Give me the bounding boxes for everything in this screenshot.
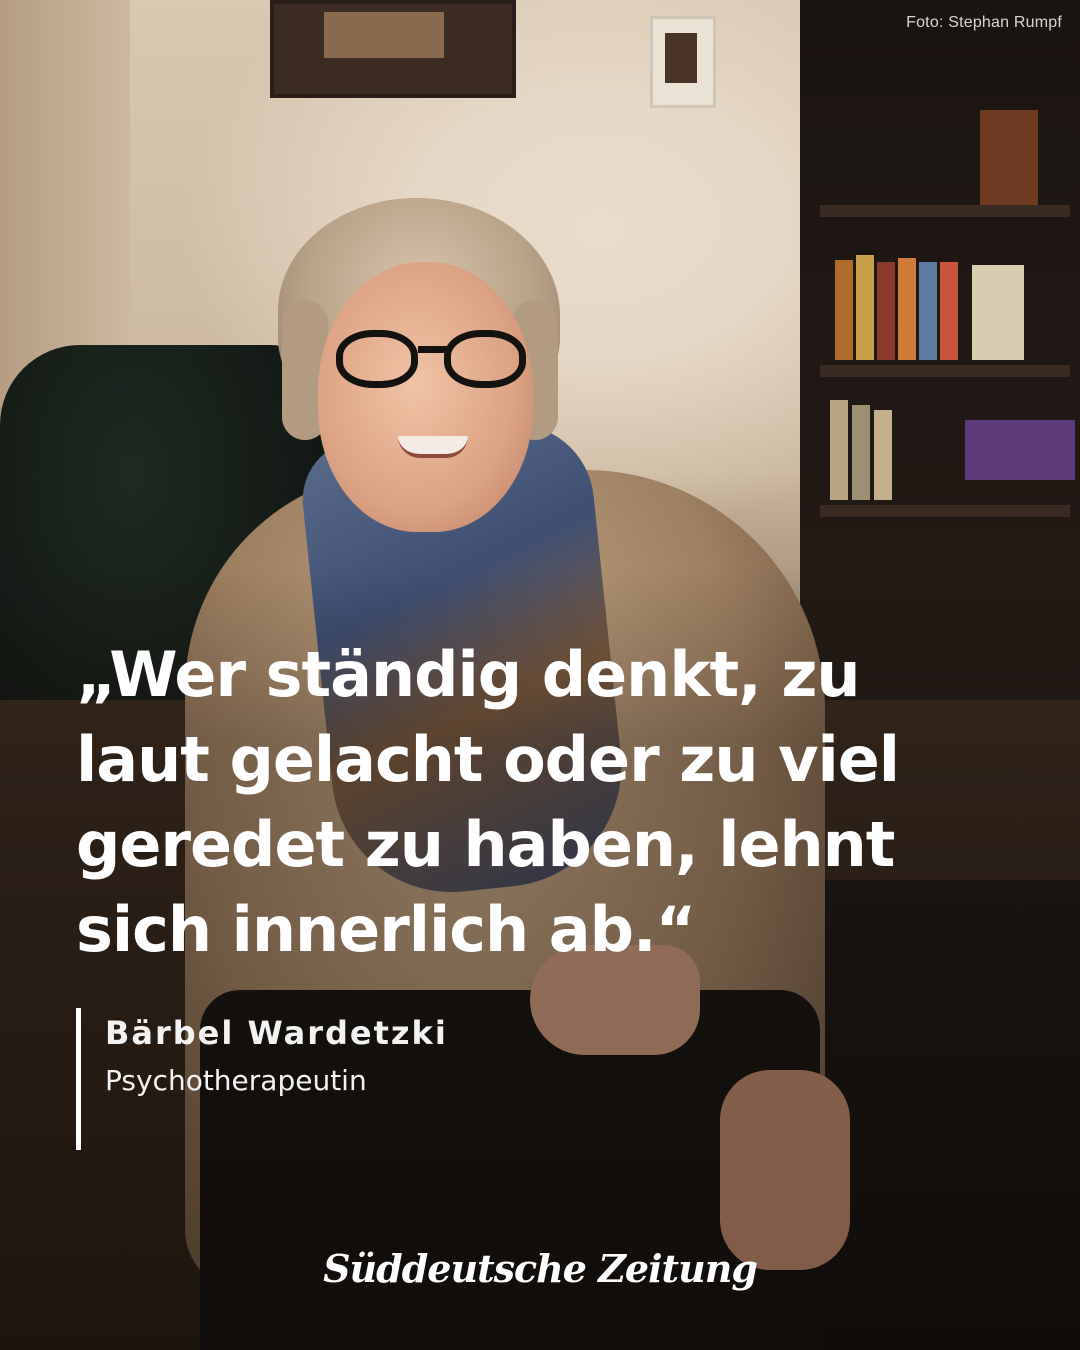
post-canvas: Foto: Stephan Rumpf „Wer ständig denkt, …	[0, 0, 1080, 1350]
quote-line: geredet zu haben, lehnt	[76, 808, 895, 881]
quote-line: sich innerlich ab.“	[76, 893, 696, 966]
photo-credit: Foto: Stephan Rumpf	[906, 14, 1062, 31]
quote-line: laut gelacht oder zu viel	[76, 723, 900, 796]
attribution-role: Psychotherapeutin	[105, 1064, 367, 1097]
quote: „Wer ständig denkt, zu laut gelacht oder…	[76, 632, 900, 972]
quote-line: „Wer ständig denkt, zu	[76, 638, 861, 711]
brand-logo: Süddeutsche Zeitung	[323, 1246, 758, 1291]
attribution-name: Bärbel Wardetzki	[105, 1014, 448, 1052]
attribution: Bärbel Wardetzki Psychotherapeutin	[76, 1008, 448, 1150]
